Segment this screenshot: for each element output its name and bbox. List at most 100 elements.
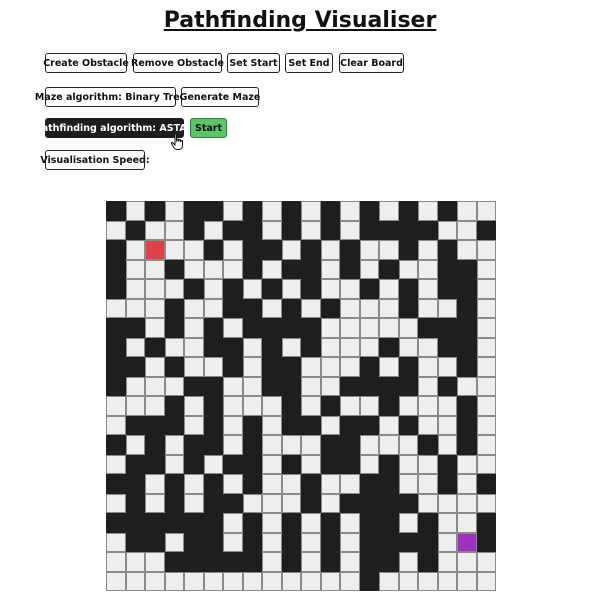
grid-cell[interactable]: [340, 513, 360, 533]
wall-cell[interactable]: [340, 376, 360, 396]
wall-cell[interactable]: [359, 552, 379, 572]
wall-cell[interactable]: [281, 513, 301, 533]
wall-cell[interactable]: [379, 454, 399, 474]
grid-cell[interactable]: [125, 259, 145, 279]
grid-cell[interactable]: [125, 396, 145, 416]
end-node[interactable]: [457, 532, 477, 552]
wall-cell[interactable]: [418, 318, 438, 338]
wall-cell[interactable]: [398, 201, 418, 221]
grid-cell[interactable]: [340, 552, 360, 572]
grid-cell[interactable]: [184, 357, 204, 377]
grid-cell[interactable]: [281, 571, 301, 591]
grid-cell[interactable]: [301, 220, 321, 240]
grid-cell[interactable]: [340, 532, 360, 552]
grid-cell[interactable]: [281, 493, 301, 513]
grid-cell[interactable]: [437, 571, 457, 591]
grid-cell[interactable]: [106, 298, 126, 318]
wall-cell[interactable]: [301, 279, 321, 299]
create-obstacle-button[interactable]: Create Obstacle: [43, 53, 129, 73]
grid-cell[interactable]: [301, 552, 321, 572]
grid-cell[interactable]: [340, 220, 360, 240]
grid-cell[interactable]: [457, 220, 477, 240]
grid-cell[interactable]: [262, 435, 282, 455]
wall-cell[interactable]: [379, 376, 399, 396]
wall-cell[interactable]: [398, 532, 418, 552]
grid-cell[interactable]: [184, 318, 204, 338]
grid-cell[interactable]: [281, 337, 301, 357]
grid-cell[interactable]: [457, 571, 477, 591]
wall-cell[interactable]: [281, 415, 301, 435]
wall-cell[interactable]: [340, 435, 360, 455]
wall-cell[interactable]: [437, 259, 457, 279]
grid-cell[interactable]: [476, 298, 496, 318]
grid-cell[interactable]: [457, 474, 477, 494]
grid-cell[interactable]: [359, 318, 379, 338]
start-button[interactable]: Start: [190, 118, 227, 138]
grid-cell[interactable]: [281, 240, 301, 260]
wall-cell[interactable]: [223, 220, 243, 240]
wall-cell[interactable]: [106, 318, 126, 338]
grid-cell[interactable]: [476, 552, 496, 572]
wall-cell[interactable]: [184, 532, 204, 552]
grid-cell[interactable]: [164, 532, 184, 552]
wall-cell[interactable]: [379, 220, 399, 240]
grid-cell[interactable]: [262, 552, 282, 572]
grid-cell[interactable]: [203, 259, 223, 279]
grid-cell[interactable]: [262, 396, 282, 416]
wall-cell[interactable]: [223, 279, 243, 299]
wall-cell[interactable]: [398, 493, 418, 513]
grid-cell[interactable]: [320, 474, 340, 494]
wall-cell[interactable]: [379, 474, 399, 494]
wall-cell[interactable]: [359, 201, 379, 221]
grid-cell[interactable]: [164, 240, 184, 260]
wall-cell[interactable]: [106, 279, 126, 299]
grid-cell[interactable]: [359, 396, 379, 416]
grid-cell[interactable]: [145, 396, 165, 416]
wall-cell[interactable]: [418, 552, 438, 572]
visualisation-speed-dropdown[interactable]: Visualisation Speed:: [40, 150, 150, 170]
grid-cell[interactable]: [476, 337, 496, 357]
grid-cell[interactable]: [418, 279, 438, 299]
grid-cell[interactable]: [398, 474, 418, 494]
grid-cell[interactable]: [398, 552, 418, 572]
grid-cell[interactable]: [203, 220, 223, 240]
grid-cell[interactable]: [125, 201, 145, 221]
grid-cell[interactable]: [320, 337, 340, 357]
wall-cell[interactable]: [106, 201, 126, 221]
wall-cell[interactable]: [320, 454, 340, 474]
wall-cell[interactable]: [125, 220, 145, 240]
grid-cell[interactable]: [379, 279, 399, 299]
grid-cell[interactable]: [106, 396, 126, 416]
wall-cell[interactable]: [164, 357, 184, 377]
grid-cell[interactable]: [379, 415, 399, 435]
grid-cell[interactable]: [301, 357, 321, 377]
wall-cell[interactable]: [281, 552, 301, 572]
wall-cell[interactable]: [262, 357, 282, 377]
grid-cell[interactable]: [476, 279, 496, 299]
wall-cell[interactable]: [242, 513, 262, 533]
grid-cell[interactable]: [320, 240, 340, 260]
grid-cell[interactable]: [437, 357, 457, 377]
grid-cell[interactable]: [145, 357, 165, 377]
grid-cell[interactable]: [262, 415, 282, 435]
grid-cell[interactable]: [476, 415, 496, 435]
wall-cell[interactable]: [301, 493, 321, 513]
grid-cell[interactable]: [164, 454, 184, 474]
wall-cell[interactable]: [340, 493, 360, 513]
grid-cell[interactable]: [106, 454, 126, 474]
wall-cell[interactable]: [223, 357, 243, 377]
grid-cell[interactable]: [301, 396, 321, 416]
wall-cell[interactable]: [203, 318, 223, 338]
grid-cell[interactable]: [476, 571, 496, 591]
wall-cell[interactable]: [418, 532, 438, 552]
pathfinding-grid[interactable]: [106, 201, 496, 591]
grid-cell[interactable]: [476, 493, 496, 513]
grid-cell[interactable]: [398, 318, 418, 338]
wall-cell[interactable]: [476, 532, 496, 552]
grid-cell[interactable]: [242, 337, 262, 357]
wall-cell[interactable]: [125, 493, 145, 513]
wall-cell[interactable]: [398, 279, 418, 299]
grid-cell[interactable]: [184, 415, 204, 435]
grid-cell[interactable]: [359, 454, 379, 474]
wall-cell[interactable]: [125, 415, 145, 435]
